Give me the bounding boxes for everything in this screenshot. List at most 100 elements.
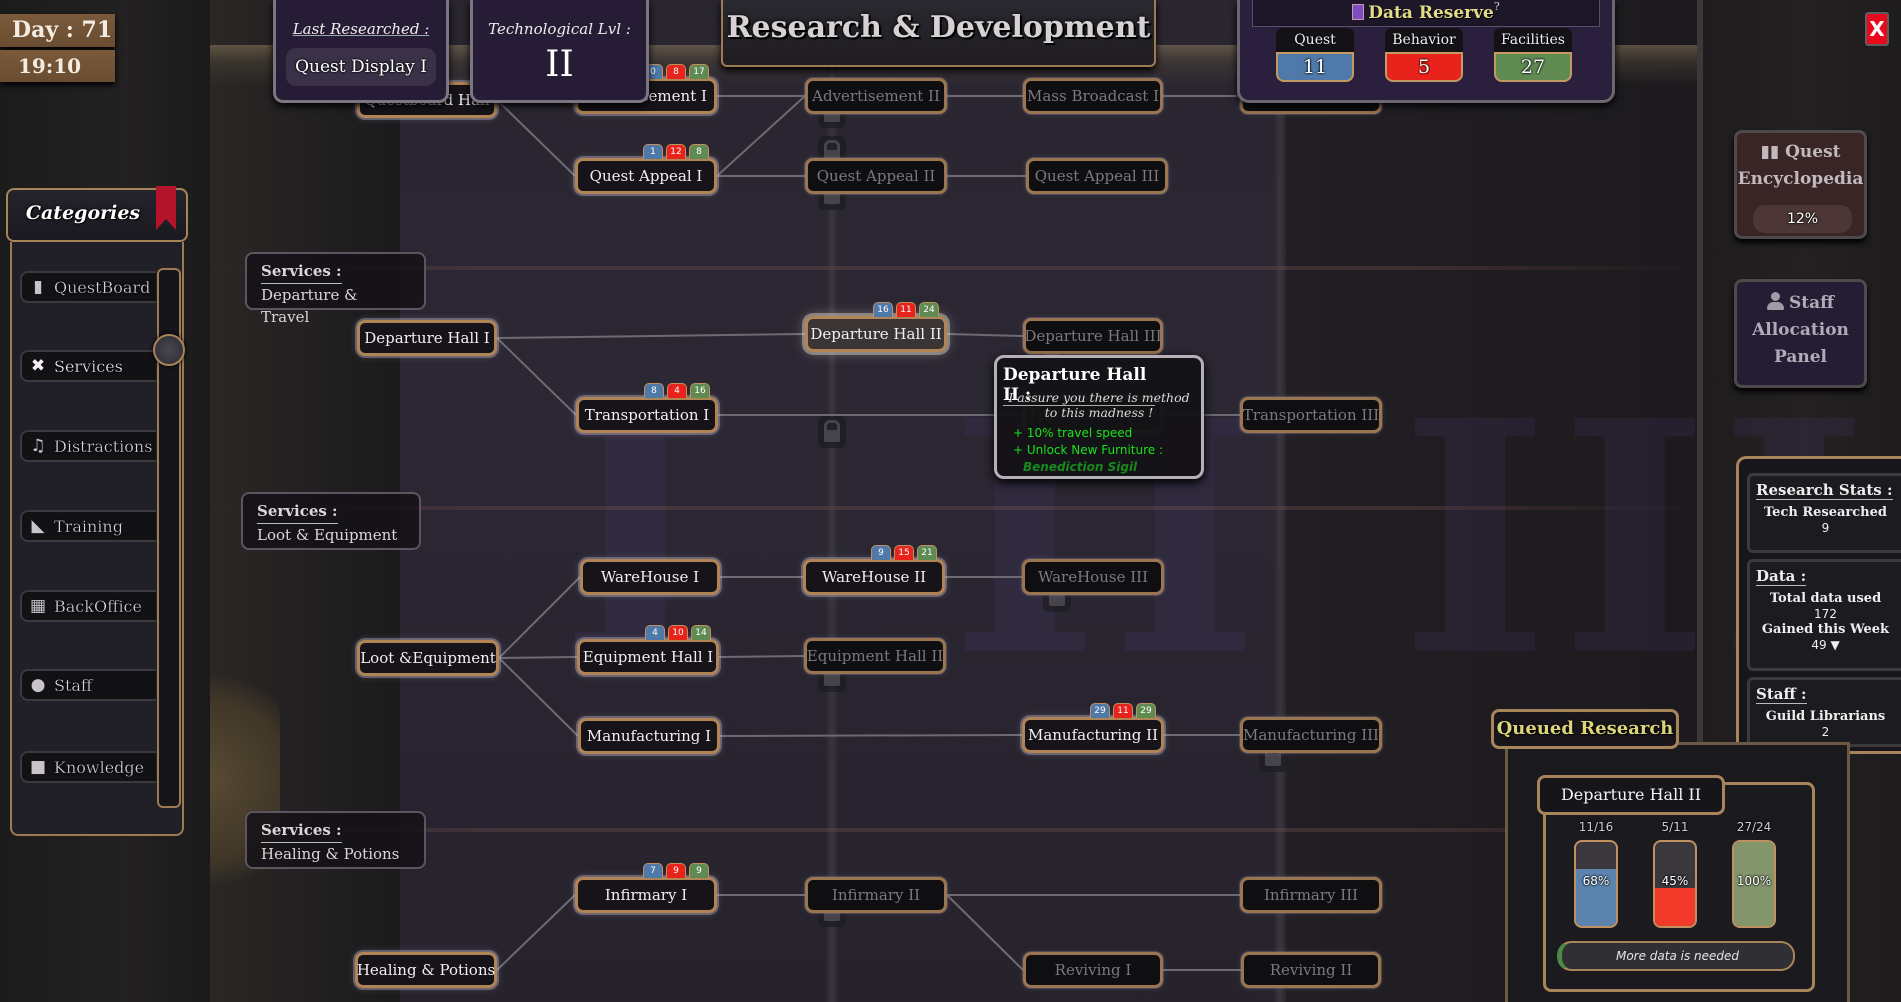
section-label-healing: Services : Healing & Potions [245, 811, 426, 869]
facilities-cost: 21 [917, 545, 937, 560]
quest-cost: 4 [645, 625, 665, 640]
lock-icon [818, 416, 846, 448]
help-icon[interactable]: ? [1494, 0, 1500, 13]
category-label: Training [54, 516, 123, 536]
category-staff[interactable]: ● Staff [20, 669, 156, 701]
category-knowledge[interactable]: ■ Knowledge [20, 751, 156, 783]
category-distractions[interactable]: ♫ Distractions [20, 430, 156, 462]
tech-node-departure-hall-2[interactable]: Departure Hall II [805, 316, 947, 352]
behavior-cost: 11 [896, 302, 916, 317]
quest-encyclopedia-button[interactable]: ▮▮ Quest Encyclopedia 12% [1734, 130, 1867, 239]
tech-node-manufacturing-1[interactable]: Manufacturing I [578, 718, 720, 754]
data-type-label: Facilities [1494, 28, 1572, 52]
gained-week-label: Gained this Week [1761, 622, 1890, 637]
tech-node-loot-equipment[interactable]: Loot &Equipment [357, 640, 499, 676]
behavior-cost: 8 [666, 64, 686, 79]
tech-node-transportation-3[interactable]: Transportation III [1240, 397, 1382, 433]
tech-node-manufacturing-2[interactable]: Manufacturing II [1022, 717, 1164, 753]
quest-cost: 8 [644, 383, 664, 398]
tools-icon: ✖ [30, 356, 46, 376]
tech-node-quest-appeal-3[interactable]: Quest Appeal III [1026, 158, 1168, 194]
categories-header: Categories [6, 186, 188, 242]
gear-decoration-icon [210, 650, 280, 910]
queued-research-title: Queued Research [1491, 709, 1679, 749]
category-backoffice[interactable]: ▦ BackOffice [20, 590, 156, 622]
section-separator [210, 828, 1697, 832]
tech-node-infirmary-2[interactable]: Infirmary II [805, 877, 947, 913]
quest-data-progress: 11/16 68% [1574, 820, 1618, 928]
data-type-value: 27 [1494, 52, 1572, 82]
progress-percent: 45% [1661, 874, 1689, 888]
tech-node-advertisement-2[interactable]: Advertisement II [805, 78, 947, 114]
book-icon: ■ [29, 757, 47, 777]
tech-node-quest-appeal-1[interactable]: Quest Appeal I [575, 158, 717, 194]
quest-cost: 7 [643, 863, 663, 878]
tech-node-equipment-hall-2[interactable]: Equipment Hall II [804, 638, 946, 674]
staff-allocation-button[interactable]: Staff Allocation Panel [1734, 279, 1867, 388]
tech-node-warehouse-1[interactable]: WareHouse I [580, 559, 720, 595]
data-reserve-title: Data Reserve [1368, 3, 1494, 23]
bookmark-ribbon-icon [156, 186, 176, 230]
section-separator [210, 266, 1697, 270]
progress-fill [1655, 888, 1695, 926]
tech-node-equipment-hall-1[interactable]: Equipment Hall I [577, 639, 719, 675]
tech-node-warehouse-3[interactable]: WareHouse III [1022, 559, 1164, 595]
category-label: Staff [54, 675, 93, 695]
add-person-icon [1766, 292, 1787, 310]
category-services[interactable]: ✖ Services [20, 350, 156, 382]
facilities-cost: 17 [689, 64, 709, 79]
encyclopedia-progress: 12% [1753, 205, 1852, 233]
tech-node-infirmary-3[interactable]: Infirmary III [1240, 877, 1382, 913]
behavior-cost: 12 [666, 144, 686, 159]
close-button[interactable]: X [1865, 12, 1889, 46]
muscle-icon: ◣ [31, 516, 45, 536]
tech-node-manufacturing-3[interactable]: Manufacturing III [1240, 717, 1382, 753]
category-questboard[interactable]: ▮ QuestBoard [20, 271, 156, 303]
queued-item-name: Departure Hall II [1537, 775, 1725, 815]
facilities-cost: 8 [689, 144, 709, 159]
category-training[interactable]: ◣ Training [20, 510, 156, 542]
tech-node-departure-hall-3[interactable]: Departure Hall III [1023, 318, 1163, 354]
tech-node-warehouse-2[interactable]: WareHouse II [803, 559, 945, 595]
tech-level-label: Technological Lvl : [488, 20, 631, 38]
facilities-cost: 9 [689, 863, 709, 878]
behavior-cost: 10 [668, 625, 688, 640]
guild-librarians-label: Guild Librarians [1765, 709, 1886, 724]
category-label: Knowledge [54, 757, 145, 777]
tech-node-reviving-2[interactable]: Reviving II [1241, 952, 1381, 988]
behavior-cost: 4 [667, 383, 687, 398]
tech-node-transportation-1[interactable]: Transportation I [576, 397, 718, 433]
research-stats-heading: Research Stats : [1756, 481, 1893, 500]
tech-level-panel: Technological Lvl : II [470, 0, 649, 103]
stats-panel: Research Stats : Tech Researched 9 Data … [1736, 456, 1901, 754]
data-type-label: Behavior [1385, 28, 1463, 52]
page-title-box: Research & Development [721, 0, 1156, 67]
category-label: Services [54, 356, 123, 376]
down-arrow-icon: ▼ [1830, 638, 1840, 652]
queued-status-bar: More data is needed [1557, 941, 1795, 971]
research-cost: 29 11 29 [1090, 703, 1156, 718]
tech-node-departure-hall-1[interactable]: Departure Hall I [357, 320, 497, 356]
staff-stats-heading: Staff : [1756, 685, 1807, 704]
tech-node-infirmary-1[interactable]: Infirmary I [575, 877, 717, 913]
last-researched-value: Quest Display I [286, 48, 436, 86]
staff-stats-box: Staff : Guild Librarians 2 [1747, 677, 1901, 747]
tech-researched-value: 9 [1821, 521, 1830, 535]
tech-node-reviving-1[interactable]: Reviving I [1023, 952, 1163, 988]
tech-node-healing-potions[interactable]: Healing & Potions [355, 952, 497, 988]
tooltip-unlock: Benediction Sigil [1023, 460, 1138, 474]
tooltip-effect: + 10% travel speed [1013, 426, 1133, 440]
tech-node-quest-appeal-2[interactable]: Quest Appeal II [805, 158, 947, 194]
categories-scroll-thumb[interactable] [153, 334, 185, 366]
guild-librarians-value: 2 [1821, 725, 1830, 739]
tech-node-mass-broadcast-1[interactable]: Mass Broadcast I [1023, 78, 1163, 114]
section-name: Loot & Equipment [257, 525, 398, 544]
progress-percent: 68% [1582, 874, 1610, 888]
quest-cost: 29 [1090, 703, 1110, 718]
facilities-cost: 14 [691, 625, 711, 640]
tech-tooltip: Departure Hall II : I assure you there i… [994, 355, 1204, 479]
research-cost: 0 8 17 [643, 64, 709, 79]
facilities-cost: 16 [690, 383, 710, 398]
page-title: Research & Development [726, 10, 1151, 45]
progress-ratio: 11/16 [1578, 820, 1614, 834]
